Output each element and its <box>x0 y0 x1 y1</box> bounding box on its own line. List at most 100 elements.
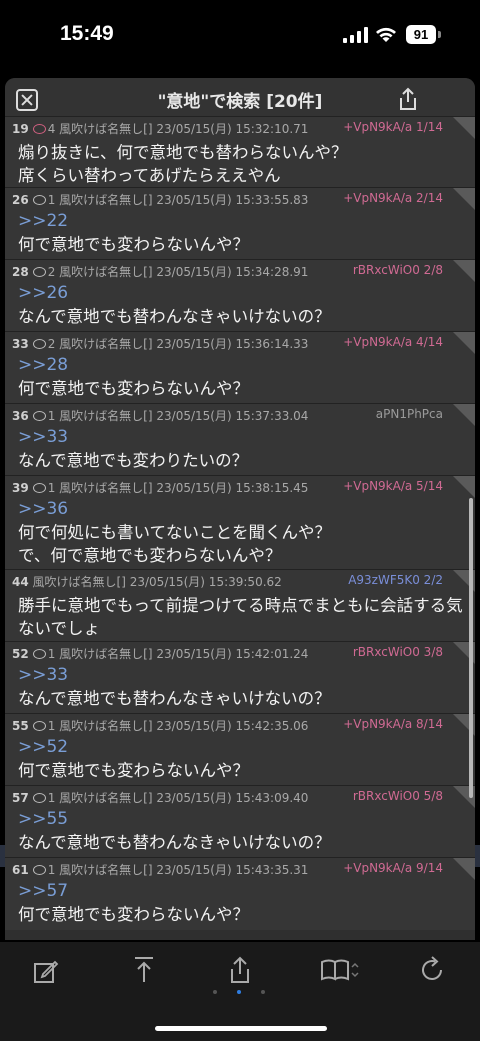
reply-bubble-icon[interactable] <box>32 793 46 803</box>
post-corner-marker <box>453 117 475 139</box>
reply-anchor-link[interactable]: >>26 <box>18 282 331 305</box>
post-number: 33 <box>12 337 29 351</box>
post-number: 44 <box>12 575 29 589</box>
post-meta: 61 1 風吹けば名無し[] 23/05/15(月) 15:43:35.31 <box>12 861 308 878</box>
poster-name: 風吹けば名無し[] <box>59 265 153 279</box>
reply-count: 1 <box>47 863 56 877</box>
share-icon[interactable] <box>397 87 419 111</box>
reply-count: 1 <box>47 409 56 423</box>
post-corner-marker <box>453 476 475 498</box>
reload-icon[interactable] <box>420 956 446 984</box>
poster-id[interactable]: rBRxcWiO0 3/8 <box>353 645 443 659</box>
share-icon[interactable] <box>228 956 252 984</box>
post-item[interactable]: 57 1 風吹けば名無し[] 23/05/15(月) 15:43:09.40 rBR… <box>5 785 475 858</box>
post-meta: 44 風吹けば名無し[] 23/05/15(月) 15:39:50.62 <box>12 573 282 590</box>
poster-id[interactable]: aPN1PhPca <box>376 407 443 421</box>
post-text-line: 席くらい替わってあげたらええやん <box>18 166 281 185</box>
reply-bubble-icon[interactable] <box>32 483 46 493</box>
poster-id[interactable]: +VpN9kA/a 5/14 <box>343 479 443 493</box>
poster-id[interactable]: +VpN9kA/a 4/14 <box>343 335 443 349</box>
poster-name: 風吹けば名無し[] <box>59 481 153 495</box>
post-text-line: ないでしょ <box>18 619 101 638</box>
post-meta: 19 4 風吹けば名無し[] 23/05/15(月) 15:32:10.71 <box>12 120 308 137</box>
reply-anchor-link[interactable]: >>55 <box>18 808 331 831</box>
post-body: >>33 なんで意地でも変わりたいの？ <box>18 426 248 472</box>
reply-bubble-icon[interactable] <box>32 865 46 875</box>
post-date: 23/05/15(月) 15:33:55.83 <box>156 193 309 207</box>
reply-anchor-link[interactable]: >>57 <box>18 880 249 903</box>
reply-bubble-icon[interactable] <box>32 411 46 421</box>
reply-anchor-link[interactable]: >>36 <box>18 498 331 521</box>
poster-id[interactable]: +VpN9kA/a 9/14 <box>343 861 443 875</box>
poster-name: 風吹けば名無し[] <box>59 409 153 423</box>
reply-anchor-link[interactable]: >>33 <box>18 426 248 449</box>
poster-id[interactable]: +VpN9kA/a 1/14 <box>343 120 443 134</box>
reply-anchor-link[interactable]: >>22 <box>18 210 249 233</box>
post-item[interactable]: 39 1 風吹けば名無し[] 23/05/15(月) 15:38:15.45 +Vp… <box>5 475 475 570</box>
post-meta: 36 1 風吹けば名無し[] 23/05/15(月) 15:37:33.04 <box>12 407 308 424</box>
bookmark-icon[interactable] <box>320 959 360 981</box>
post-number: 39 <box>12 481 29 495</box>
post-text-line: なんで意地でも替わんなきゃいけないの？ <box>18 689 331 708</box>
post-body: 煽り抜きに、何で意地でも替わらないんや？ 席くらい替わってあげたらええやん <box>18 141 348 187</box>
poster-name: 風吹けば名無し[] <box>59 122 153 136</box>
post-number: 28 <box>12 265 29 279</box>
post-meta: 39 1 風吹けば名無し[] 23/05/15(月) 15:38:15.45 <box>12 479 308 496</box>
scroll-top-icon[interactable] <box>133 956 155 984</box>
post-item[interactable]: 26 1 風吹けば名無し[] 23/05/15(月) 15:33:55.83 +Vp… <box>5 187 475 260</box>
post-number: 52 <box>12 647 29 661</box>
post-date: 23/05/15(月) 15:42:01.24 <box>156 647 309 661</box>
scrollbar[interactable] <box>469 498 473 798</box>
reply-anchor-link[interactable]: >>52 <box>18 736 249 759</box>
poster-id[interactable]: rBRxcWiO0 5/8 <box>353 789 443 803</box>
post-item[interactable]: 44 風吹けば名無し[] 23/05/15(月) 15:39:50.62 A93z… <box>5 569 475 642</box>
poster-id[interactable]: rBRxcWiO0 2/8 <box>353 263 443 277</box>
reply-bubble-icon[interactable] <box>32 339 46 349</box>
reply-count: 4 <box>47 122 56 136</box>
post-text-line: 何で意地でも変わらないんや？ <box>18 379 249 398</box>
post-meta: 28 2 風吹けば名無し[] 23/05/15(月) 15:34:28.91 <box>12 263 308 280</box>
reply-anchor-link[interactable]: >>28 <box>18 354 249 377</box>
post-date: 23/05/15(月) 15:32:10.71 <box>156 122 309 136</box>
battery-icon: 91 <box>406 25 436 44</box>
post-text-line: 勝手に意地でもって前提つけてる時点でまともに会話する気 <box>18 596 463 615</box>
reply-bubble-icon[interactable] <box>32 124 46 134</box>
post-item[interactable]: 36 1 風吹けば名無し[] 23/05/15(月) 15:37:33.04 aPN… <box>5 403 475 476</box>
post-date: 23/05/15(月) 15:37:33.04 <box>156 409 309 423</box>
post-item[interactable]: 61 1 風吹けば名無し[] 23/05/15(月) 15:43:35.31 +Vp… <box>5 857 475 930</box>
post-date: 23/05/15(月) 15:34:28.91 <box>156 265 309 279</box>
post-body: >>22 何で意地でも変わらないんや？ <box>18 210 249 256</box>
post-corner-marker <box>453 332 475 354</box>
post-item[interactable]: 28 2 風吹けば名無し[] 23/05/15(月) 15:34:28.91 rBR… <box>5 259 475 332</box>
post-body: >>28 何で意地でも変わらないんや？ <box>18 354 249 400</box>
edit-icon[interactable] <box>33 958 59 984</box>
poster-id[interactable]: +VpN9kA/a 8/14 <box>343 717 443 731</box>
reply-count: 1 <box>47 791 56 805</box>
battery-cap <box>438 31 441 38</box>
post-text-line: 何で何処にも書いてないことを聞くんや？ <box>18 523 332 542</box>
post-item[interactable]: 19 4 風吹けば名無し[] 23/05/15(月) 15:32:10.71 +Vp… <box>5 116 475 188</box>
post-date: 23/05/15(月) 15:38:15.45 <box>156 481 309 495</box>
post-item[interactable]: 55 1 風吹けば名無し[] 23/05/15(月) 15:42:35.06 +Vp… <box>5 713 475 786</box>
post-corner-marker <box>453 260 475 282</box>
post-body: >>55 なんで意地でも替わんなきゃいけないの？ <box>18 808 331 854</box>
post-number: 36 <box>12 409 29 423</box>
post-item[interactable]: 52 1 風吹けば名無し[] 23/05/15(月) 15:42:01.24 rBR… <box>5 641 475 714</box>
reply-bubble-icon[interactable] <box>32 267 46 277</box>
post-text-line: なんで意地でも変わりたいの？ <box>18 451 249 470</box>
post-body: >>57 何で意地でも変わらないんや？ <box>18 880 249 926</box>
poster-id[interactable]: +VpN9kA/a 2/14 <box>343 191 443 205</box>
reply-anchor-link[interactable]: >>33 <box>18 664 331 687</box>
post-corner-marker <box>453 188 475 210</box>
post-text-line: 何で意地でも変わらないんや？ <box>18 235 249 254</box>
post-number: 55 <box>12 719 29 733</box>
bottom-toolbar <box>0 942 480 1041</box>
reply-bubble-icon[interactable] <box>32 649 46 659</box>
post-item[interactable]: 33 2 風吹けば名無し[] 23/05/15(月) 15:36:14.33 +Vp… <box>5 331 475 404</box>
poster-name: 風吹けば名無し[] <box>59 791 153 805</box>
poster-id[interactable]: A93zWF5K0 2/2 <box>348 573 443 587</box>
reply-bubble-icon[interactable] <box>32 721 46 731</box>
reply-bubble-icon[interactable] <box>32 195 46 205</box>
reply-count: 1 <box>47 719 56 733</box>
post-date: 23/05/15(月) 15:42:35.06 <box>156 719 309 733</box>
